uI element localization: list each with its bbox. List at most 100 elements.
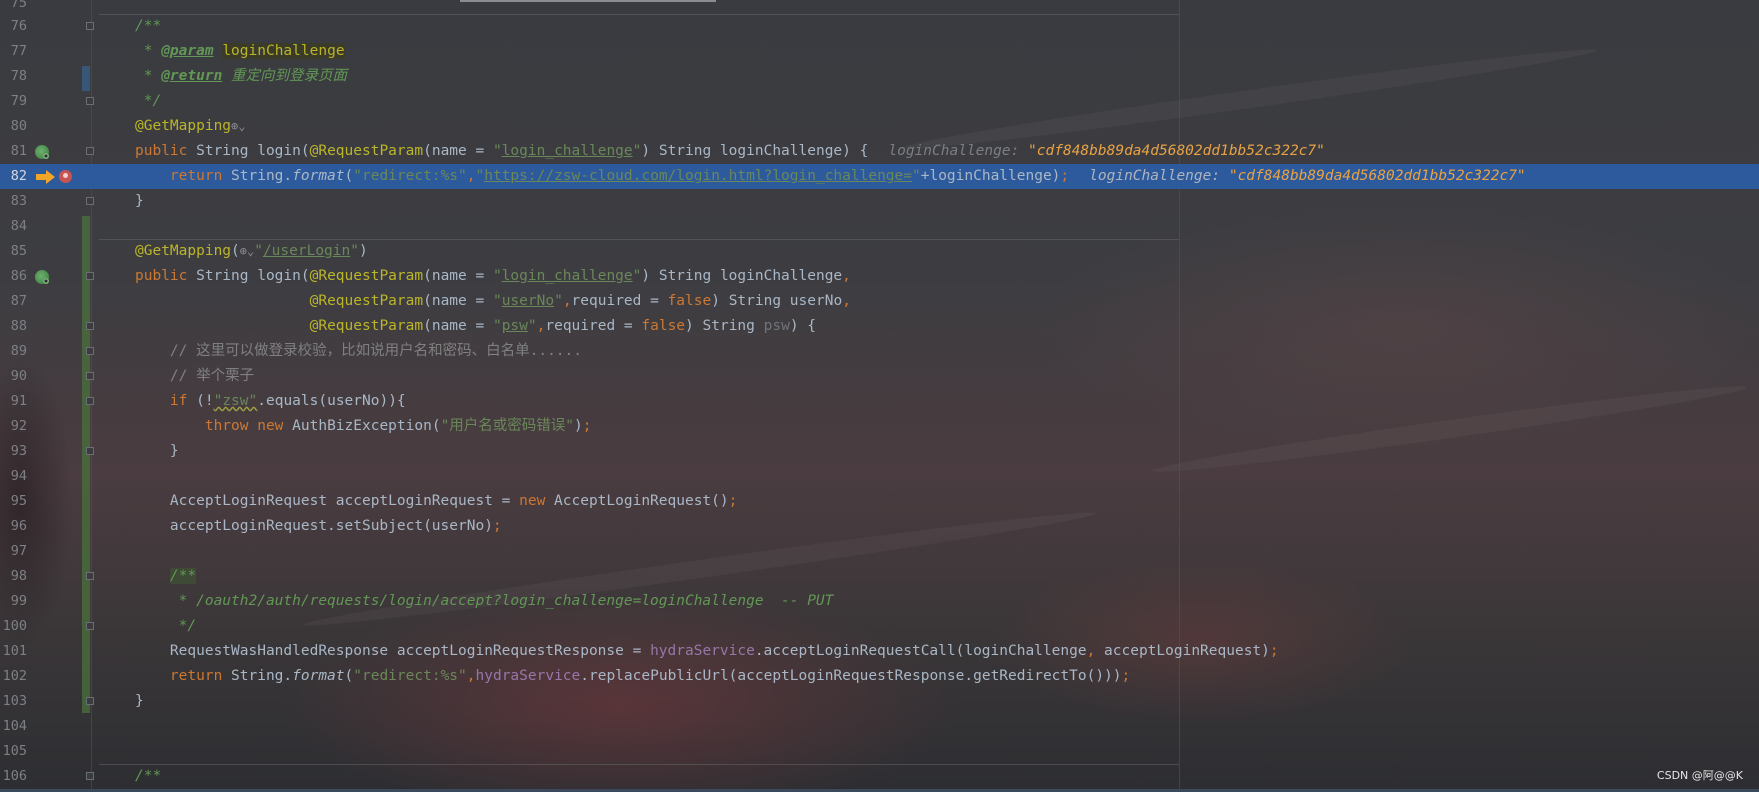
- line-number[interactable]: 87: [0, 289, 27, 314]
- code-token: ,: [842, 268, 851, 284]
- code-line[interactable]: 87 @RequestParam(name = "userNo",require…: [0, 289, 1759, 314]
- code-text: return String.format("redirect:%s",hydra…: [135, 664, 1130, 689]
- fold-toggle-icon[interactable]: [86, 347, 94, 355]
- code-line[interactable]: 80 @GetMapping⊕⌄: [0, 114, 1759, 139]
- code-token: .equals(userNo)){: [257, 393, 406, 409]
- line-number[interactable]: 106: [0, 764, 27, 789]
- line-number[interactable]: 99: [0, 589, 27, 614]
- line-number[interactable]: 97: [0, 539, 27, 564]
- current-execution-line[interactable]: 82 return String.format("redirect:%s","h…: [0, 164, 1759, 189]
- code-token: /**: [169, 568, 197, 584]
- code-line[interactable]: 83}: [0, 189, 1759, 214]
- code-text: @RequestParam(name = "psw",required = fa…: [135, 314, 816, 339]
- line-number[interactable]: 105: [0, 739, 27, 764]
- code-line[interactable]: 79 */: [0, 89, 1759, 114]
- code-line[interactable]: 95 AcceptLoginRequest acceptLoginRequest…: [0, 489, 1759, 514]
- spring-bean-icon[interactable]: [35, 270, 49, 284]
- line-number[interactable]: 84: [0, 214, 27, 239]
- code-line[interactable]: 102 return String.format("redirect:%s",h…: [0, 664, 1759, 689]
- line-number[interactable]: 80: [0, 114, 27, 139]
- line-number[interactable]: 95: [0, 489, 27, 514]
- line-number[interactable]: 104: [0, 714, 27, 739]
- code-line[interactable]: 97: [0, 539, 1759, 564]
- code-line[interactable]: 77 * @param loginChallenge: [0, 39, 1759, 64]
- code-line[interactable]: 90 // 举个栗子: [0, 364, 1759, 389]
- code-line[interactable]: 103}: [0, 689, 1759, 714]
- fold-toggle-icon[interactable]: [86, 372, 94, 380]
- line-number[interactable]: 76: [0, 14, 27, 39]
- inline-debug-value[interactable]: loginChallenge: "cdf848bb89da4d56802dd1b…: [888, 143, 1325, 159]
- code-token: acceptLoginRequest.setSubject(userNo): [135, 518, 493, 534]
- code-line[interactable]: 91 if (!"zsw".equals(userNo)){: [0, 389, 1759, 414]
- code-line[interactable]: 106 /**: [0, 764, 1759, 789]
- code-line[interactable]: 105: [0, 739, 1759, 764]
- line-number[interactable]: 98: [0, 564, 27, 589]
- code-line[interactable]: 100 */: [0, 614, 1759, 639]
- line-number[interactable]: 101: [0, 639, 27, 664]
- fold-toggle-icon[interactable]: [86, 197, 94, 205]
- line-number[interactable]: 86: [0, 264, 27, 289]
- spring-bean-icon[interactable]: [35, 145, 49, 159]
- fold-toggle-icon[interactable]: [86, 447, 94, 455]
- code-token: String.: [231, 168, 293, 184]
- code-line[interactable]: 85 @GetMapping(⊕⌄"/userLogin"): [0, 239, 1759, 264]
- code-text: */: [135, 89, 161, 114]
- code-token: login(: [257, 143, 310, 159]
- fold-toggle-icon[interactable]: [86, 622, 94, 630]
- code-line[interactable]: 92 throw new AuthBizException("用户名或密码错误"…: [0, 414, 1759, 439]
- fold-toggle-icon[interactable]: [86, 272, 94, 280]
- code-line[interactable]: 78 * @return 重定向到登录页面: [0, 64, 1759, 89]
- line-number[interactable]: 85: [0, 239, 27, 264]
- fold-toggle-icon[interactable]: [86, 772, 94, 780]
- line-number[interactable]: 91: [0, 389, 27, 414]
- code-token: ;: [492, 518, 502, 534]
- line-number[interactable]: 77: [0, 39, 27, 64]
- code-token: new: [519, 493, 555, 509]
- fold-toggle-icon[interactable]: [86, 97, 94, 105]
- code-token: ) String userNo: [711, 293, 843, 309]
- code-line[interactable]: 96 acceptLoginRequest.setSubject(userNo)…: [0, 514, 1759, 539]
- code-line[interactable]: 99 * /oauth2/auth/requests/login/accept?…: [0, 589, 1759, 614]
- code-token: ): [359, 243, 368, 259]
- code-line[interactable]: 93 }: [0, 439, 1759, 464]
- code-token: ;: [582, 418, 592, 434]
- line-number[interactable]: 83: [0, 189, 27, 214]
- code-line[interactable]: 101 RequestWasHandledResponse acceptLogi…: [0, 639, 1759, 664]
- breakpoint-icon[interactable]: [59, 170, 72, 183]
- line-number[interactable]: 102: [0, 664, 27, 689]
- fold-toggle-icon[interactable]: [86, 22, 94, 30]
- line-number[interactable]: 94: [0, 464, 27, 489]
- fold-toggle-icon[interactable]: [86, 397, 94, 405]
- line-number[interactable]: 90: [0, 364, 27, 389]
- code-line[interactable]: 89 // 这里可以做登录校验，比如说用户名和密码、白名单......: [0, 339, 1759, 364]
- line-number[interactable]: 81: [0, 139, 27, 164]
- code-line[interactable]: 81 public String login(@RequestParam(name…: [0, 139, 1759, 164]
- line-number[interactable]: 100: [0, 614, 27, 639]
- code-line[interactable]: 86 public String login(@RequestParam(name…: [0, 264, 1759, 289]
- fold-toggle-icon[interactable]: [86, 322, 94, 330]
- code-line[interactable]: 98 /**: [0, 564, 1759, 589]
- line-number[interactable]: 93: [0, 439, 27, 464]
- line-number[interactable]: 78: [0, 64, 27, 89]
- line-number[interactable]: 103: [0, 689, 27, 714]
- line-number[interactable]: 79: [0, 89, 27, 114]
- code-token: @RequestParam: [309, 268, 424, 284]
- fold-toggle-icon[interactable]: [86, 697, 94, 705]
- code-token: ) String: [685, 318, 764, 334]
- code-text: /**: [135, 764, 161, 789]
- code-text: * @param loginChallenge: [135, 39, 345, 64]
- line-number[interactable]: 92: [0, 414, 27, 439]
- code-line[interactable]: 76 /**: [0, 14, 1759, 39]
- code-line[interactable]: 84: [0, 214, 1759, 239]
- line-number[interactable]: 89: [0, 339, 27, 364]
- code-line[interactable]: 94: [0, 464, 1759, 489]
- code-line[interactable]: 88 @RequestParam(name = "psw",required =…: [0, 314, 1759, 339]
- fold-toggle-icon[interactable]: [86, 147, 94, 155]
- fold-toggle-icon[interactable]: [86, 572, 94, 580]
- line-number[interactable]: 82: [0, 164, 27, 189]
- inline-debug-value[interactable]: loginChallenge: "cdf848bb89da4d56802dd1b…: [1089, 168, 1526, 184]
- code-text: @RequestParam(name = "userNo",required =…: [135, 289, 851, 314]
- line-number[interactable]: 88: [0, 314, 27, 339]
- code-line[interactable]: 104: [0, 714, 1759, 739]
- line-number[interactable]: 96: [0, 514, 27, 539]
